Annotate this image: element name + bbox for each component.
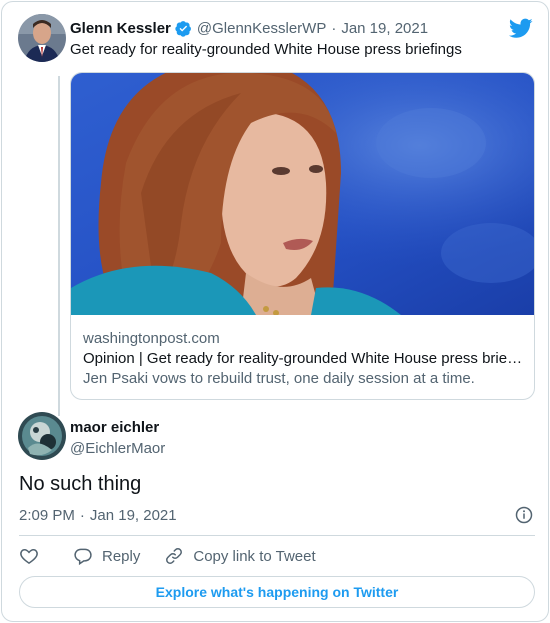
tweet-time[interactable]: 2:09 PM — [19, 507, 75, 524]
link-preview-card[interactable]: washingtonpost.com Opinion | Get ready f… — [70, 72, 535, 400]
reply-bubble-icon — [74, 548, 92, 566]
parent-handle[interactable]: @GlennKesslerWP — [197, 20, 326, 37]
twitter-bird-icon[interactable] — [509, 16, 533, 40]
tweet-actions: Reply Copy link to Tweet — [19, 544, 316, 568]
link-preview-meta: washingtonpost.com Opinion | Get ready f… — [83, 329, 523, 389]
maor-eichler-avatar[interactable] — [18, 412, 66, 460]
verified-badge-icon — [175, 20, 191, 37]
header-separator: · — [331, 19, 337, 37]
thread-line — [58, 76, 60, 416]
link-title: Opinion | Get ready for reality-grounded… — [83, 350, 523, 367]
parent-tweet-header: Glenn Kessler @GlennKesslerWP · Jan 19, … — [70, 18, 530, 38]
info-icon[interactable] — [515, 506, 533, 524]
link-icon — [166, 548, 183, 564]
link-domain: washingtonpost.com — [83, 330, 220, 347]
like-button[interactable] — [19, 546, 39, 566]
parent-tweet-text: Get ready for reality-grounded White Hou… — [70, 41, 462, 58]
timestamp-row: 2:09 PM · Jan 19, 2021 — [19, 505, 535, 525]
embedded-tweet-card: Glenn Kessler @GlennKesslerWP · Jan 19, … — [1, 1, 549, 622]
explore-button[interactable]: Explore what's happening on Twitter — [19, 576, 535, 608]
tweet-text: No such thing — [19, 473, 142, 495]
reply-button[interactable]: Reply — [73, 546, 140, 566]
copy-link-label: Copy link to Tweet — [193, 547, 316, 565]
parent-date[interactable]: Jan 19, 2021 — [341, 20, 428, 37]
tweet-date[interactable]: Jan 19, 2021 — [90, 507, 177, 524]
link-description: Jen Psaki vows to rebuild trust, one dai… — [83, 370, 475, 387]
parent-author-name[interactable]: Glenn Kessler — [70, 20, 171, 37]
article-image — [71, 73, 534, 315]
reply-label: Reply — [102, 547, 141, 565]
timestamp-separator: · — [79, 506, 85, 524]
author-name[interactable]: maor eichler — [70, 418, 165, 438]
glenn-kessler-avatar[interactable] — [18, 14, 66, 62]
copy-link-button[interactable]: Copy link to Tweet — [164, 546, 316, 566]
tweet-header: maor eichler @EichlerMaor — [70, 418, 165, 459]
divider — [19, 535, 535, 536]
author-handle[interactable]: @EichlerMaor — [70, 439, 165, 459]
heart-icon — [20, 548, 38, 564]
